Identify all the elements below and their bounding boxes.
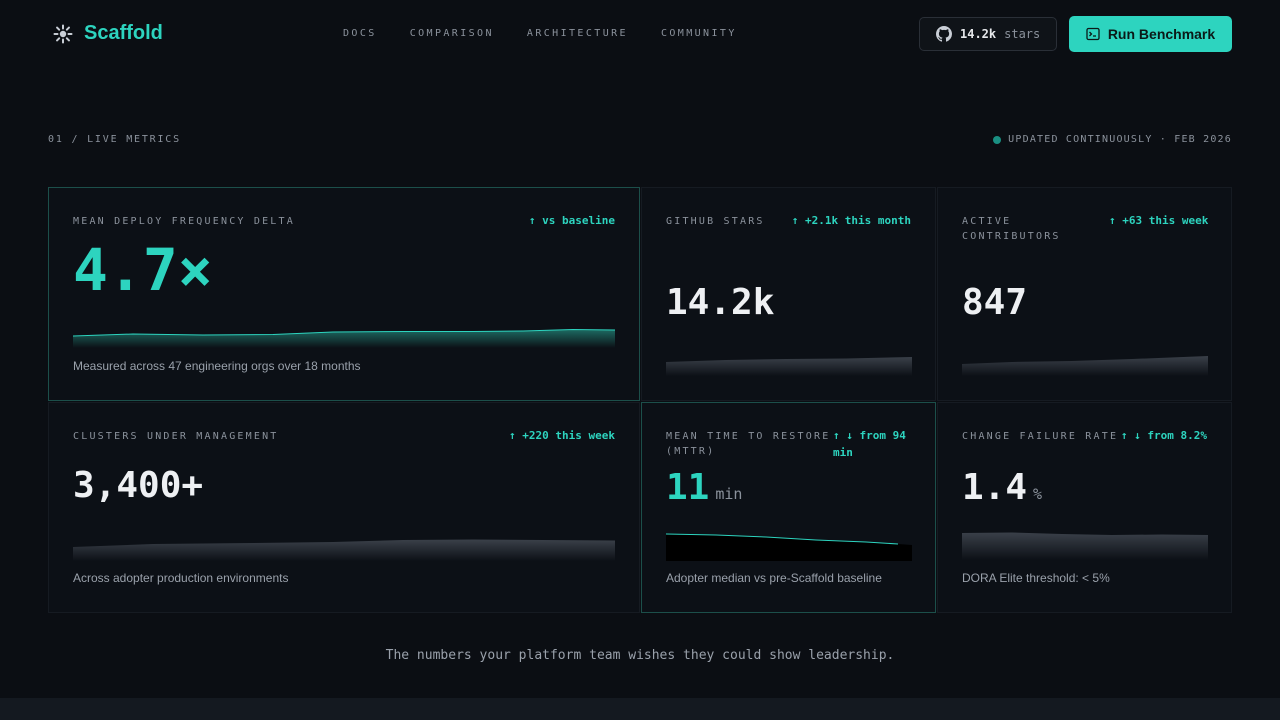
card-title: MEAN DEPLOY FREQUENCY DELTA	[73, 216, 295, 227]
card-title: CLUSTERS UNDER MANAGEMENT	[73, 431, 279, 442]
sparkline-chart	[73, 328, 615, 348]
nav-docs[interactable]: DOCS	[343, 28, 377, 39]
card-caption: Adopter median vs pre-Scaffold baseline	[666, 571, 882, 585]
card-mttr: MEAN TIME TO RESTORE (MTTR) ↑ ↓ from 94 …	[641, 402, 936, 613]
bottom-ticker-bar	[0, 698, 1280, 720]
brand-name: Scaffold	[84, 22, 163, 44]
card-delta: ↑ +2.1k this month	[791, 214, 911, 227]
card-delta: ↑ +63 this week	[1109, 214, 1209, 227]
card-value: 847	[962, 282, 1028, 323]
card-value: 14.2k	[666, 282, 775, 323]
card-caption: DORA Elite threshold: < 5%	[962, 571, 1110, 585]
sparkline-chart	[666, 357, 912, 376]
nav-community[interactable]: COMMUNITY	[661, 28, 737, 39]
card-delta: ↑ ↓ from 94 min	[833, 429, 906, 459]
github-star-label: stars	[1004, 27, 1041, 41]
card-value: 4.7×	[73, 236, 213, 304]
live-status-dot	[993, 135, 1002, 144]
card-delta: ↑ ↓ from 8.2%	[1120, 429, 1207, 442]
card-delta: ↑ +220 this week	[509, 429, 615, 442]
card-title: GITHUB STARS	[666, 216, 765, 227]
tagline: The numbers your platform team wishes th…	[385, 648, 895, 663]
github-stars-button[interactable]: 14.2k stars	[919, 17, 1057, 51]
main-nav: DOCS COMPARISON ARCHITECTURE COMMUNITY	[343, 28, 770, 39]
card-title: CHANGE FAILURE RATE	[962, 431, 1119, 442]
card-delta: ↑ vs baseline	[528, 214, 615, 227]
card-caption: Across adopter production environments	[73, 571, 289, 585]
updated-text: UPDATED CONTINUOUSLY · FEB 2026	[1008, 134, 1232, 145]
card-change-failure-rate: CHANGE FAILURE RATE ↑ ↓ from 8.2% 1.4% D…	[937, 402, 1232, 613]
card-value-unit: min	[715, 485, 743, 503]
run-benchmark-label: Run Benchmark	[1107, 26, 1216, 42]
github-icon	[936, 26, 952, 42]
card-deploy-frequency: MEAN DEPLOY FREQUENCY DELTA ↑ vs baselin…	[48, 187, 640, 401]
nav-comparison[interactable]: COMPARISON	[410, 28, 494, 39]
sparkline-chart	[73, 539, 615, 561]
scaffold-logo-icon	[53, 24, 73, 43]
card-value-number: 11	[666, 467, 710, 508]
card-clusters: CLUSTERS UNDER MANAGEMENT ↑ +220 this we…	[48, 402, 640, 613]
card-github-stars: GITHUB STARS ↑ +2.1k this month 14.2k	[641, 187, 936, 401]
card-title: MEAN TIME TO RESTORE (MTTR)	[666, 431, 831, 457]
card-value: 3,400+	[73, 465, 204, 506]
card-title: ACTIVE CONTRIBUTORS	[962, 216, 1061, 242]
top-nav-bar: Scaffold DOCS COMPARISON ARCHITECTURE CO…	[0, 0, 1280, 68]
sparkline-chart	[666, 533, 912, 561]
terminal-icon	[1086, 27, 1100, 41]
section-label: 01 / LIVE METRICS	[48, 134, 181, 145]
brand-logo[interactable]: Scaffold	[52, 22, 163, 45]
nav-architecture[interactable]: ARCHITECTURE	[527, 28, 628, 39]
card-active-contributors: ACTIVE CONTRIBUTORS ↑ +63 this week 847	[937, 187, 1232, 401]
run-benchmark-button[interactable]: Run Benchmark	[1069, 16, 1232, 52]
card-caption: Measured across 47 engineering orgs over…	[73, 359, 361, 373]
sparkline-chart	[962, 356, 1208, 376]
card-value-number: 1.4	[962, 467, 1028, 508]
github-star-count: 14.2k	[960, 27, 997, 41]
sparkline-chart	[962, 532, 1208, 560]
updated-status: UPDATED CONTINUOUSLY · FEB 2026	[993, 134, 1232, 145]
card-value-unit: %	[1033, 485, 1043, 503]
card-value: 1.4%	[962, 467, 1042, 508]
card-value: 11 min	[666, 467, 742, 508]
